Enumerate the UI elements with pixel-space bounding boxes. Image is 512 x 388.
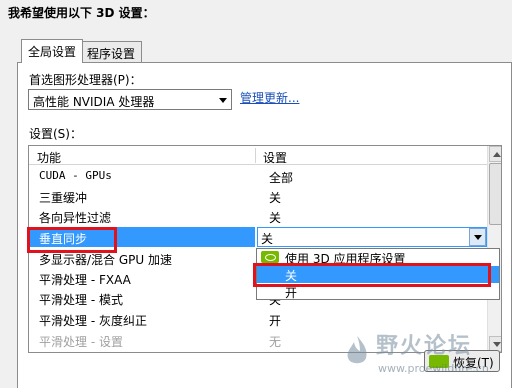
table-row[interactable]: 平滑处理 - 灰度纠正 开	[29, 309, 487, 329]
row-feature: 平滑处理 - 设置	[39, 335, 123, 349]
nvidia-icon	[261, 251, 279, 263]
scroll-up-button[interactable]	[489, 146, 501, 162]
row-value: 关	[269, 211, 282, 225]
scroll-thumb[interactable]	[489, 163, 501, 225]
page-heading: 我希望使用以下 3D 设置：	[8, 6, 155, 20]
row-value: 关	[269, 191, 282, 205]
watermark: 野火论坛 www.proewildfire.cn	[340, 328, 510, 386]
preferred-gpu-value: 高性能 NVIDIA 处理器	[33, 95, 155, 109]
row-feature: 平滑处理 - FXAA	[39, 273, 131, 287]
row-feature: 平滑处理 - 灰度纠正	[39, 314, 147, 328]
column-divider	[255, 148, 256, 163]
flame-logo-icon	[347, 336, 367, 364]
vsync-dropdown-list: 使用 3D 应用程序设置 关 开	[256, 248, 500, 300]
dropdown-option-on[interactable]: 开	[257, 283, 499, 300]
chevron-down-icon	[219, 98, 227, 103]
watermark-url: www.proewildfire.cn	[378, 362, 489, 375]
row-value: 开	[269, 314, 282, 328]
dropdown-option-label: 关	[285, 269, 298, 283]
dropdown-option-label: 使用 3D 应用程序设置	[285, 252, 406, 266]
table-row-selected-vsync[interactable]: 垂直同步 关	[29, 227, 487, 247]
table-row[interactable]: 三重缓冲 关	[29, 186, 487, 206]
grid-header: 功能 设置	[29, 146, 487, 165]
watermark-text: 野火论坛	[376, 333, 473, 359]
chevron-down-icon	[474, 235, 482, 240]
column-setting-header[interactable]: 设置	[263, 149, 287, 166]
tab-program-settings[interactable]: 程序设置	[80, 41, 143, 62]
row-value: 无	[269, 335, 282, 349]
dropdown-option-app-setting[interactable]: 使用 3D 应用程序设置	[257, 249, 499, 266]
table-row[interactable]: 各向异性过滤 关	[29, 206, 487, 226]
table-row[interactable]: CUDA - GPUs 全部	[29, 166, 487, 186]
combo-dropdown-button[interactable]	[469, 228, 486, 246]
preferred-gpu-select[interactable]: 高性能 NVIDIA 处理器	[28, 89, 232, 110]
row-feature: 三重缓冲	[39, 191, 88, 205]
row-value: 全部	[269, 171, 294, 185]
preferred-gpu-label: 首选图形处理器(P)：	[29, 73, 142, 87]
row-feature: 各向异性过滤	[39, 211, 112, 225]
dropdown-option-off[interactable]: 关	[257, 266, 499, 283]
settings-label: 设置(S)：	[29, 127, 82, 141]
manage-updates-link[interactable]: 管理更新...	[240, 89, 299, 106]
setting-combo-value: 关	[261, 232, 274, 246]
row-feature: 多显示器/混合 GPU 加速	[39, 253, 172, 267]
row-feature: 平滑处理 - 模式	[39, 293, 123, 307]
column-feature-header[interactable]: 功能	[37, 149, 61, 166]
row-feature: CUDA - GPUs	[39, 169, 112, 182]
row-feature: 垂直同步	[39, 232, 88, 246]
tab-global-settings[interactable]: 全局设置	[21, 39, 84, 63]
setting-combo[interactable]	[257, 227, 487, 247]
chevron-up-icon	[493, 152, 501, 157]
dropdown-option-label: 开	[285, 286, 298, 300]
